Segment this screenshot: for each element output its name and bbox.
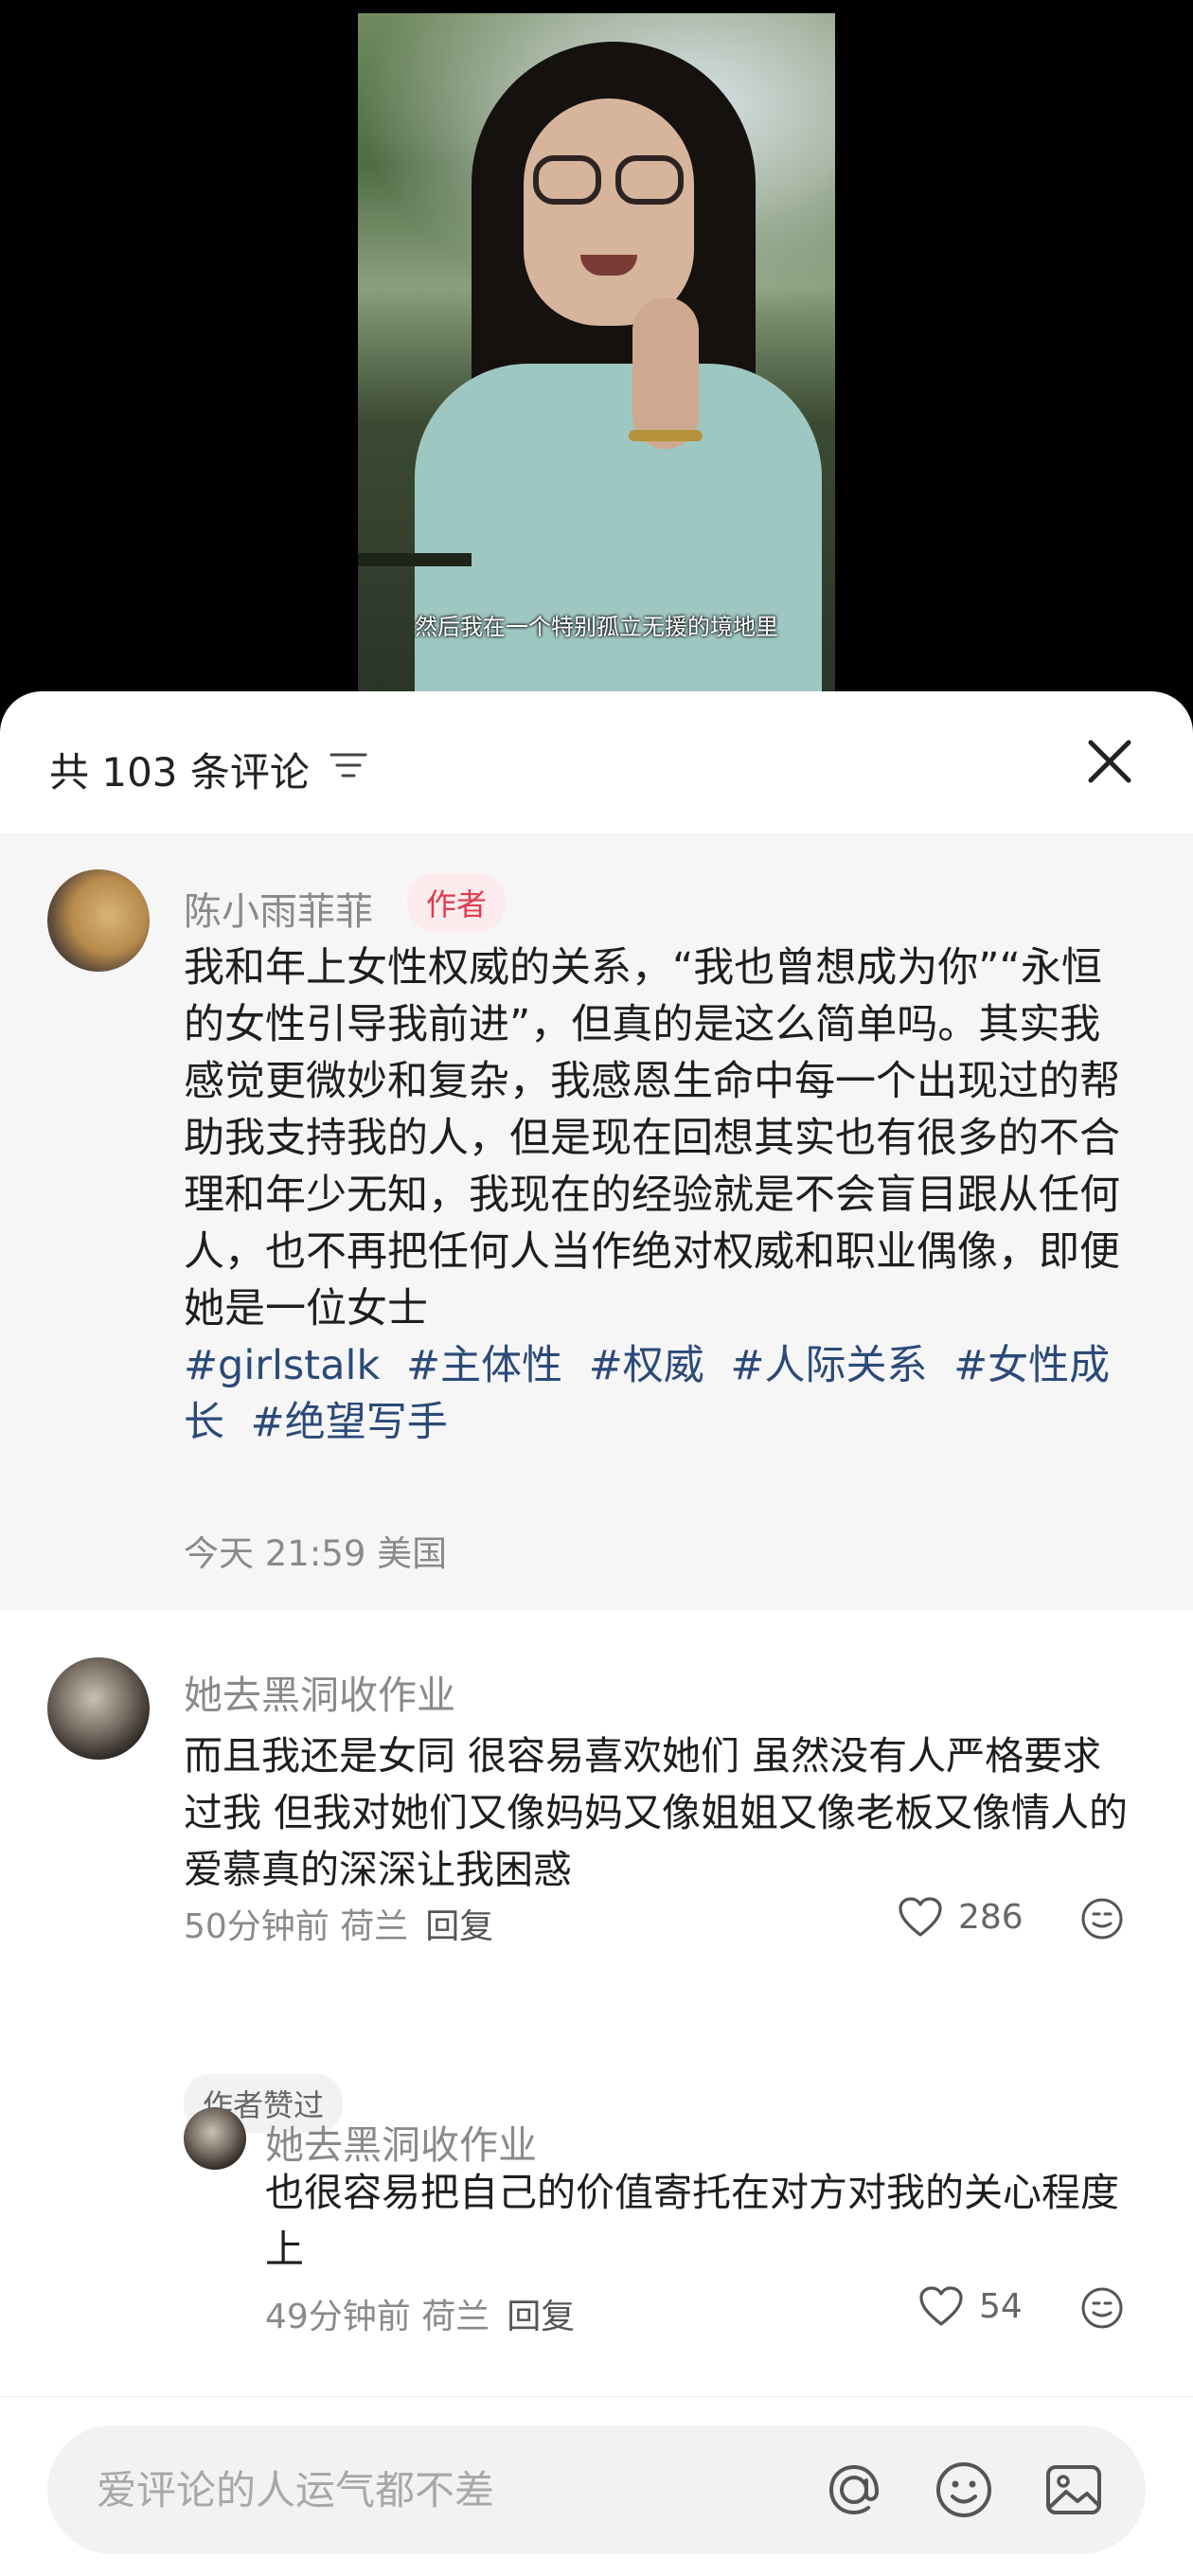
comment-text: 而且我还是女同 很容易喜欢她们 虽然没有人严格要求过我 但我对她们又像妈妈又像姐… [184, 1733, 1129, 1892]
emoji-icon[interactable] [1079, 1896, 1125, 1941]
comment-input-bar [0, 2396, 1193, 2576]
video-person-body [415, 364, 822, 695]
author-post-text: 我和年上女性权威的关系，“我也曾想成为你”“永恒的女性引导我前进”，但真的是这么… [184, 944, 1120, 1333]
avatar[interactable] [184, 2107, 246, 2170]
video-person-glasses [533, 155, 601, 205]
video-subtitle: 然后我在一个特别孤立无援的境地里 [415, 614, 778, 640]
avatar[interactable] [47, 1657, 150, 1760]
like-button[interactable]: 286 [898, 1896, 1024, 1938]
like-button[interactable]: 54 [918, 2285, 1023, 2327]
reply-item: 她去黑洞收作业 也很容易把自己的价值寄托在对方对我的关心程度上 49分钟前 荷兰… [0, 2107, 1193, 2353]
at-icon[interactable] [820, 2456, 888, 2524]
reply-button[interactable]: 回复 [507, 2298, 575, 2336]
comment-time-location: 49分钟前 荷兰 [265, 2298, 490, 2336]
reply-button[interactable]: 回复 [425, 1907, 493, 1946]
emoji-icon[interactable] [1079, 2285, 1125, 2331]
like-count: 286 [958, 1897, 1024, 1937]
avatar[interactable] [47, 869, 150, 972]
video-person-glasses [615, 155, 684, 205]
image-icon[interactable] [1040, 2456, 1108, 2524]
comment-meta: 50分钟前 荷兰 回复 [184, 1899, 493, 1948]
commenter-name[interactable]: 她去黑洞收作业 [265, 2113, 537, 2170]
video-person-hand [632, 297, 699, 449]
like-count: 54 [979, 2286, 1023, 2326]
heart-icon [899, 1897, 942, 1937]
video-person-face [524, 98, 694, 326]
video-person-bracelet [629, 430, 703, 441]
hashtag-link[interactable]: #人际关系 [730, 1342, 927, 1389]
heart-icon [919, 2286, 963, 2326]
comment-item: 她去黑洞收作业 而且我还是女同 很容易喜欢她们 虽然没有人严格要求过我 但我对她… [0, 1657, 1193, 2133]
video-frame[interactable]: 然后我在一个特别孤立无援的境地里 [358, 13, 835, 695]
comment-meta: 49分钟前 荷兰 回复 [265, 2289, 575, 2338]
comments-panel: 共 103 条评论 陈小雨菲菲 作者 我和年上女性权威的关系，“我也曾想成为你”… [0, 691, 1193, 2576]
sort-icon[interactable] [329, 751, 367, 779]
panel-header: 共 103 条评论 [0, 691, 1193, 833]
emoji-icon[interactable] [930, 2456, 998, 2524]
video-area[interactable]: 然后我在一个特别孤立无援的境地里 [0, 0, 1193, 720]
hashtag-link[interactable]: #绝望写手 [251, 1399, 448, 1446]
commenter-name[interactable]: 她去黑洞收作业 [184, 1663, 455, 1720]
comment-text: 也很容易把自己的价值寄托在对方对我的关心程度上 [265, 2170, 1119, 2272]
comment-count-title: 共 103 条评论 [49, 749, 310, 796]
author-name[interactable]: 陈小雨菲菲 [184, 881, 373, 936]
author-badge: 作者 [407, 873, 507, 932]
comment-time-location: 50分钟前 荷兰 [184, 1907, 409, 1946]
hashtag-link[interactable]: #权威 [589, 1342, 704, 1389]
hashtag-list: #girlstalk #主体性 #权威 #人际关系 #女性成长 #绝望写手 [184, 1337, 1131, 1451]
author-post-meta: 今天 21:59 美国 [184, 1533, 448, 1574]
video-bench [358, 553, 472, 566]
close-icon[interactable] [1079, 731, 1140, 792]
hashtag-link[interactable]: #girlstalk [184, 1342, 380, 1389]
author-post: 陈小雨菲菲 作者 我和年上女性权威的关系，“我也曾想成为你”“永恒的女性引导我前… [0, 833, 1193, 1610]
hashtag-link[interactable]: #主体性 [406, 1342, 562, 1389]
